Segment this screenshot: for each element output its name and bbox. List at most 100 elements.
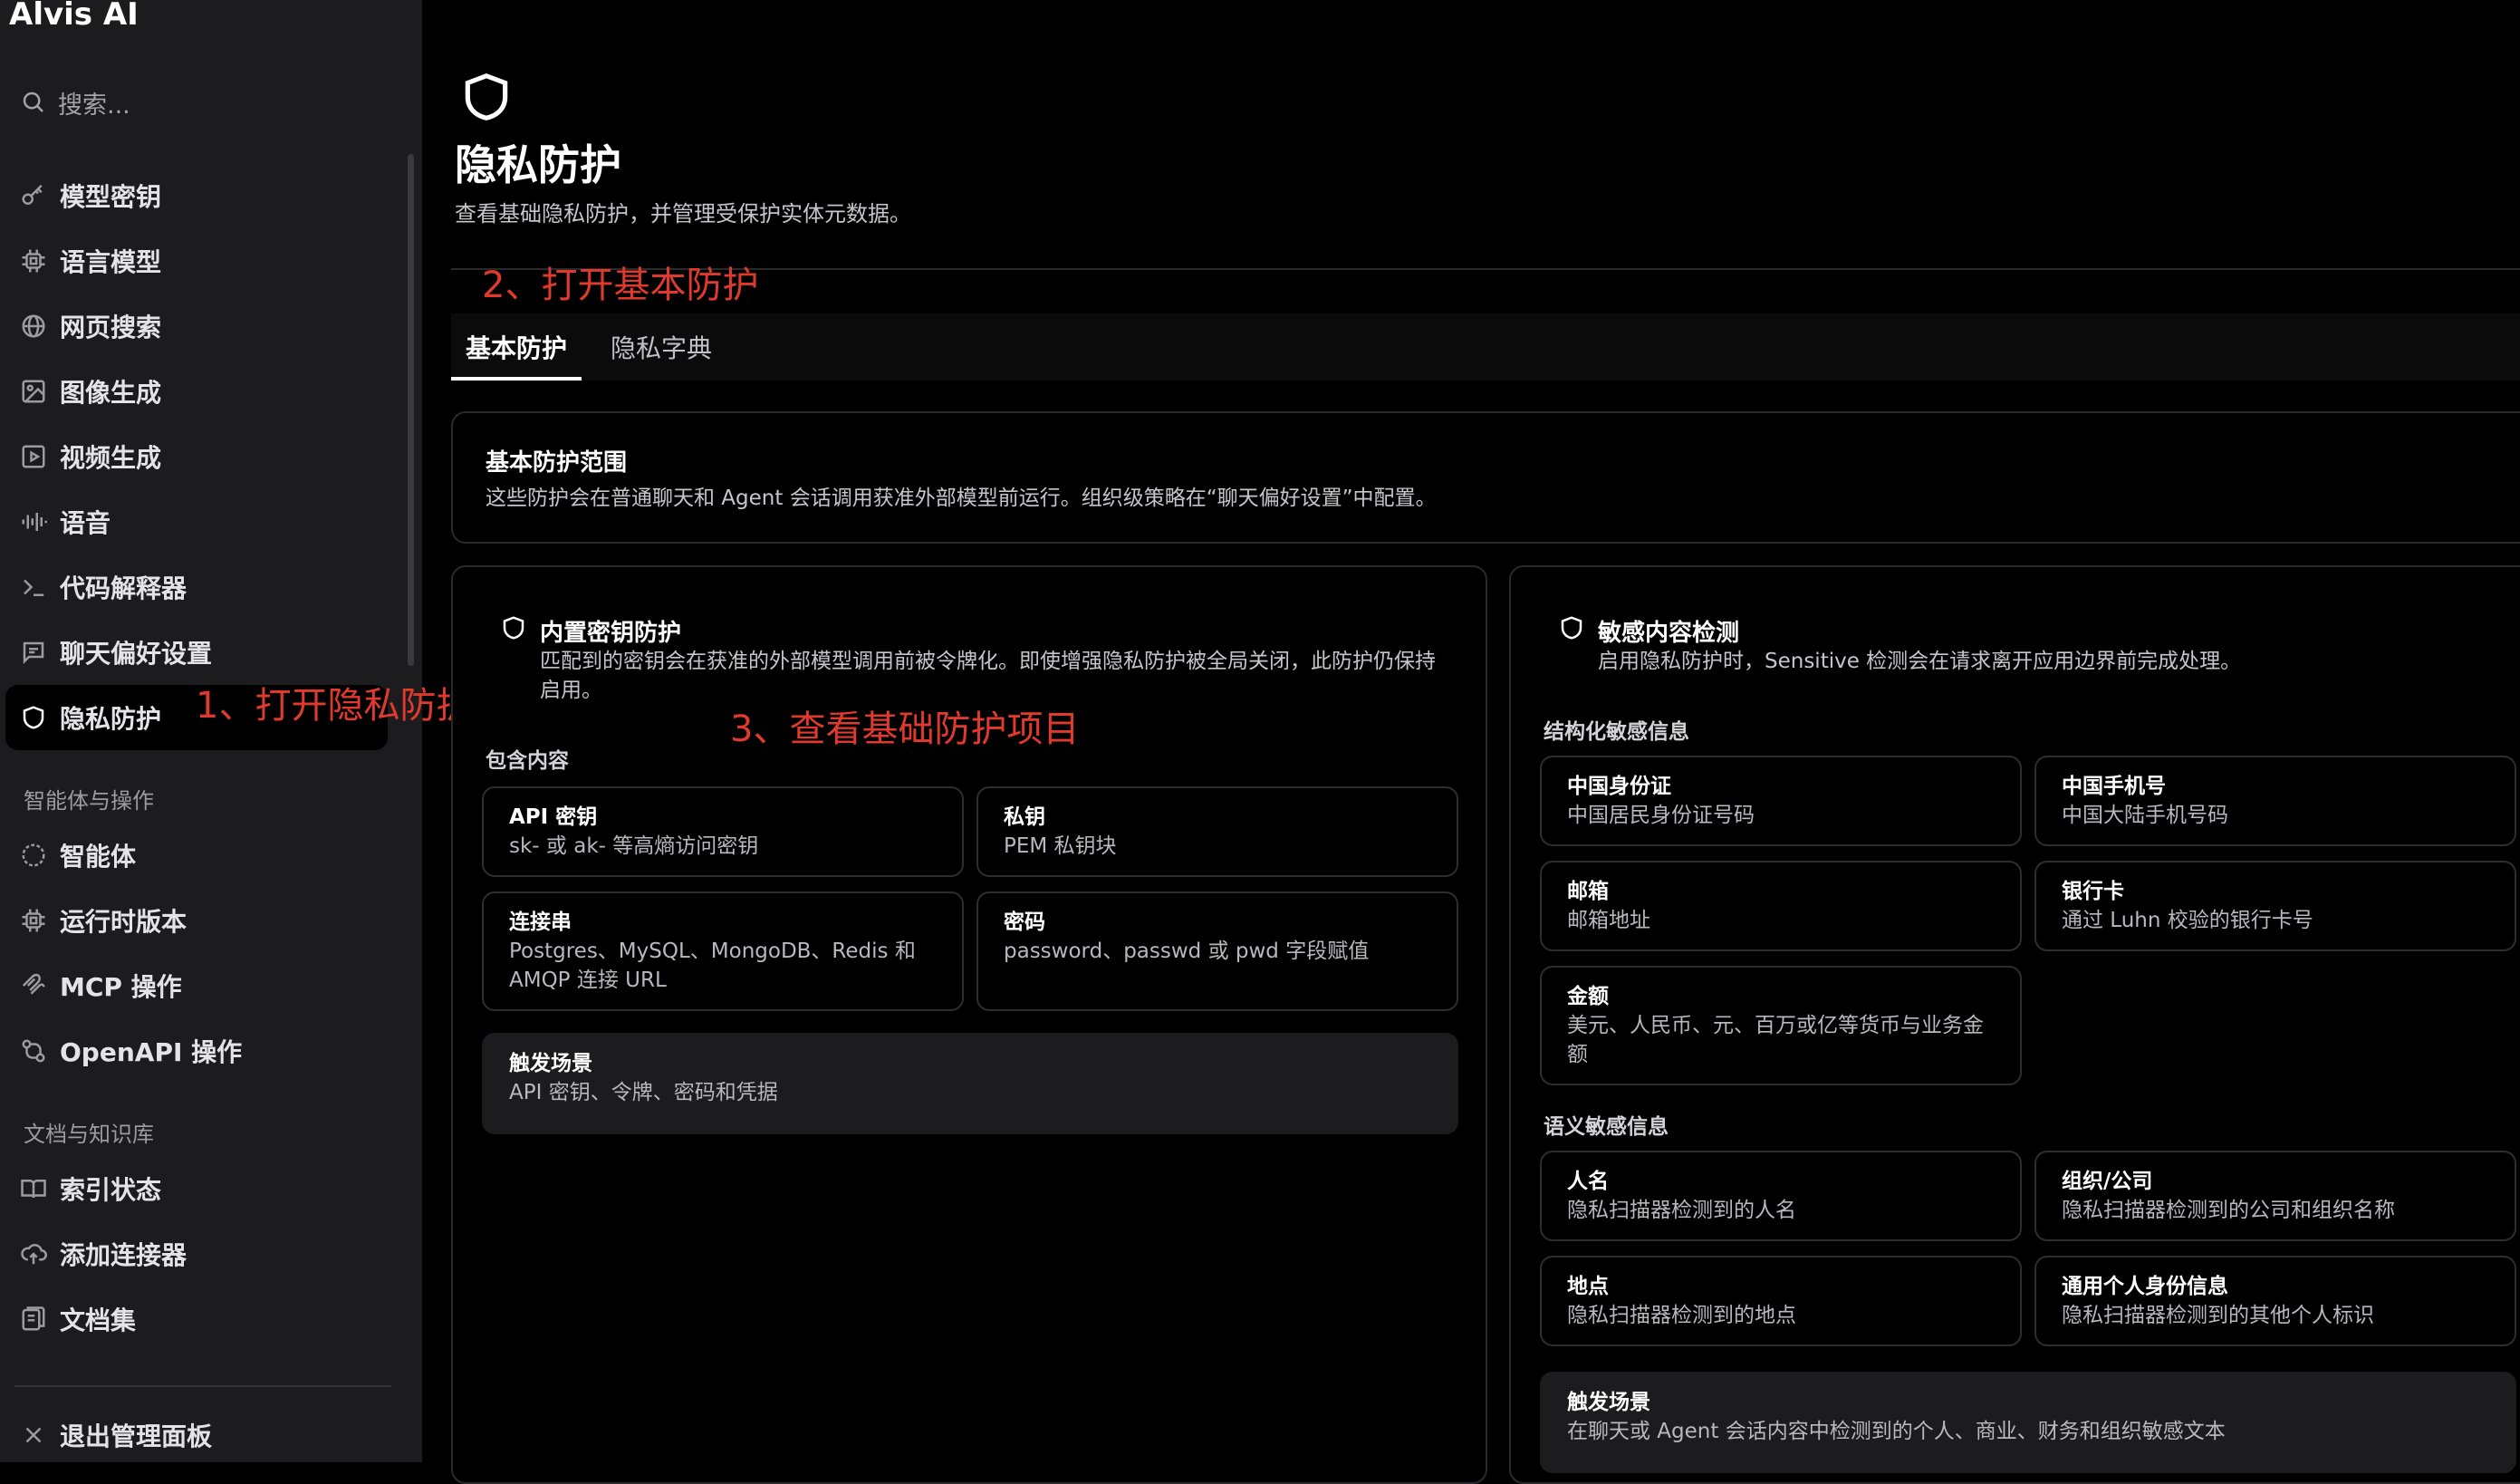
structured-item-amount: 金额 美元、人民币、元、百万或亿等货币与业务金额: [1540, 966, 2022, 1085]
trigger-title: 触发场景: [509, 1052, 592, 1075]
page-subtitle: 查看基础隐私防护，并管理受保护实体元数据。: [455, 201, 911, 226]
sidebar-item-label: 网页搜索: [60, 313, 162, 342]
item-description: 隐私扫描器检测到的人名: [1567, 1199, 1796, 1222]
semantic-item-generic-pii: 通用个人身份信息 隐私扫描器检测到的其他个人标识: [2034, 1256, 2516, 1346]
item-description: 隐私扫描器检测到的其他个人标识: [2062, 1304, 2374, 1327]
shield-icon: [503, 616, 524, 640]
terminal-icon: [20, 573, 47, 601]
sidebar-item-model-keys[interactable]: 模型密钥: [0, 163, 388, 228]
item-description: PEM 私钥块: [1004, 834, 1117, 858]
sidebar-item-label: 图像生成: [60, 378, 162, 408]
book-icon: [20, 1175, 47, 1202]
sidebar-item-mcp-actions[interactable]: MCP 操作: [0, 953, 388, 1018]
shield-icon: [20, 704, 47, 731]
sidebar-group-docs: 文档与知识库: [24, 1122, 154, 1147]
sidebar-item-language-models[interactable]: 语言模型: [0, 228, 388, 294]
trigger-description: API 密钥、令牌、密码和凭据: [509, 1081, 778, 1104]
sidebar-item-add-connector[interactable]: 添加连接器: [0, 1221, 388, 1286]
sidebar-item-agents[interactable]: 智能体: [0, 823, 388, 888]
scope-title: 基本防护范围: [486, 449, 628, 477]
sidebar-exit-admin[interactable]: 退出管理面板: [0, 1402, 388, 1462]
builtin-item-connection-string: 连接串 Postgres、MySQL、MongoDB、Redis 和 AMQP …: [482, 891, 964, 1011]
sidebar-item-label: 退出管理面板: [60, 1421, 213, 1451]
structured-item-cn-id: 中国身份证 中国居民身份证号码: [1540, 756, 2022, 846]
sidebar-item-openapi-actions[interactable]: OpenAPI 操作: [0, 1018, 388, 1084]
sidebar-scrollbar[interactable]: [408, 154, 414, 666]
structured-item-bank-card: 银行卡 通过 Luhn 校验的银行卡号: [2034, 861, 2516, 951]
sidebar: Alvis AI 搜索... 模型密钥 语言模型 网页搜索 图像生成 视频生成 …: [0, 0, 422, 1462]
sidebar-item-label: 添加连接器: [60, 1240, 188, 1270]
tab-privacy-dictionary[interactable]: 隐私字典: [611, 313, 712, 381]
sidebar-item-label: 视频生成: [60, 443, 162, 473]
sidebar-item-label: OpenAPI 操作: [60, 1037, 243, 1067]
key-icon: [20, 182, 47, 209]
item-title: 金额: [1567, 985, 1609, 1008]
sidebar-item-document-sets[interactable]: 文档集: [0, 1286, 388, 1352]
sidebar-item-code-interpreter[interactable]: 代码解释器: [0, 554, 388, 620]
video-icon: [20, 443, 47, 470]
item-title: API 密钥: [509, 805, 598, 829]
sidebar-item-voice[interactable]: 语音: [0, 489, 388, 554]
sidebar-item-image-generation[interactable]: 图像生成: [0, 359, 388, 424]
item-description: 隐私扫描器检测到的公司和组织名称: [2062, 1199, 2395, 1222]
item-title: 邮箱: [1567, 880, 1609, 903]
annotation-step-3: 3、查看基础防护项目: [730, 708, 1080, 750]
item-description: sk- 或 ak- 等高熵访问密钥: [509, 834, 759, 858]
sidebar-search[interactable]: 搜索...: [20, 83, 130, 121]
search-icon: [23, 92, 43, 112]
trigger-title: 触发场景: [1567, 1391, 1650, 1414]
annotation-step-2: 2、打开基本防护: [482, 265, 759, 306]
chip-icon: [20, 907, 47, 934]
semantic-item-location: 地点 隐私扫描器检测到的地点: [1540, 1256, 2022, 1346]
sidebar-item-video-generation[interactable]: 视频生成: [0, 424, 388, 489]
sidebar-item-label: 隐私防护: [60, 704, 162, 734]
page-title: 隐私防护: [455, 140, 621, 189]
agent-circle-icon: [20, 842, 47, 869]
item-description: 中国居民身份证号码: [1567, 804, 1755, 827]
item-title: 地点: [1567, 1275, 1609, 1298]
sidebar-item-label: 运行时版本: [60, 907, 188, 937]
item-title: 中国手机号: [2062, 775, 2166, 798]
files-icon: [20, 1306, 47, 1333]
semantic-label: 语义敏感信息: [1544, 1115, 1669, 1139]
sidebar-item-label: 语言模型: [60, 247, 162, 277]
shield-icon: [465, 72, 508, 120]
search-placeholder: 搜索...: [58, 91, 130, 120]
item-title: 密码: [1004, 911, 1045, 934]
chip-icon: [20, 247, 47, 275]
sidebar-item-label: 索引状态: [60, 1175, 162, 1205]
sidebar-group-agents: 智能体与操作: [24, 788, 154, 814]
sidebar-divider: [14, 1385, 391, 1387]
sensitive-detection-card: 敏感内容检测 启用隐私防护时，Sensitive 检测会在请求离开应用边界前完成…: [1509, 565, 2520, 1484]
scope-description: 这些防护会在普通聊天和 Agent 会话调用获准外部模型前运行。组织级策略在“聊…: [486, 487, 1437, 510]
sidebar-item-index-status[interactable]: 索引状态: [0, 1156, 388, 1221]
sidebar-item-runtime-versions[interactable]: 运行时版本: [0, 888, 388, 953]
item-title: 人名: [1567, 1170, 1609, 1193]
sidebar-item-web-search[interactable]: 网页搜索: [0, 294, 388, 359]
openapi-icon: [20, 1037, 47, 1065]
item-title: 组织/公司: [2062, 1170, 2153, 1193]
builtin-trigger: 触发场景 API 密钥、令牌、密码和凭据: [482, 1033, 1458, 1134]
builtin-key-description: 匹配到的密钥会在获准的外部模型调用前被令牌化。即使增强隐私防护被全局关闭，此防护…: [540, 650, 1436, 702]
app-title: Alvis AI: [9, 0, 139, 33]
builtin-item-private-key: 私钥 PEM 私钥块: [976, 786, 1458, 877]
audio-wave-icon: [20, 508, 47, 535]
semantic-item-organization: 组织/公司 隐私扫描器检测到的公司和组织名称: [2034, 1151, 2516, 1241]
sidebar-item-label: 代码解释器: [60, 573, 188, 603]
item-title: 连接串: [509, 911, 572, 934]
sidebar-item-label: 文档集: [60, 1306, 137, 1335]
item-description: Postgres、MySQL、MongoDB、Redis 和 AMQP 连接 U…: [509, 940, 916, 992]
builtin-item-api-key: API 密钥 sk- 或 ak- 等高熵访问密钥: [482, 786, 964, 877]
sidebar-item-label: 模型密钥: [60, 182, 162, 212]
tab-basic-protection[interactable]: 基本防护: [451, 313, 582, 381]
sidebar-item-label: 语音: [60, 508, 111, 538]
item-description: 中国大陆手机号码: [2062, 804, 2228, 827]
item-title: 银行卡: [2062, 880, 2124, 903]
item-title: 中国身份证: [1567, 775, 1671, 798]
item-description: 邮箱地址: [1567, 909, 1650, 932]
includes-label: 包含内容: [486, 749, 569, 773]
image-icon: [20, 378, 47, 405]
semantic-item-person-name: 人名 隐私扫描器检测到的人名: [1540, 1151, 2022, 1241]
item-title: 私钥: [1004, 805, 1045, 829]
sidebar-item-label: MCP 操作: [60, 972, 182, 1002]
